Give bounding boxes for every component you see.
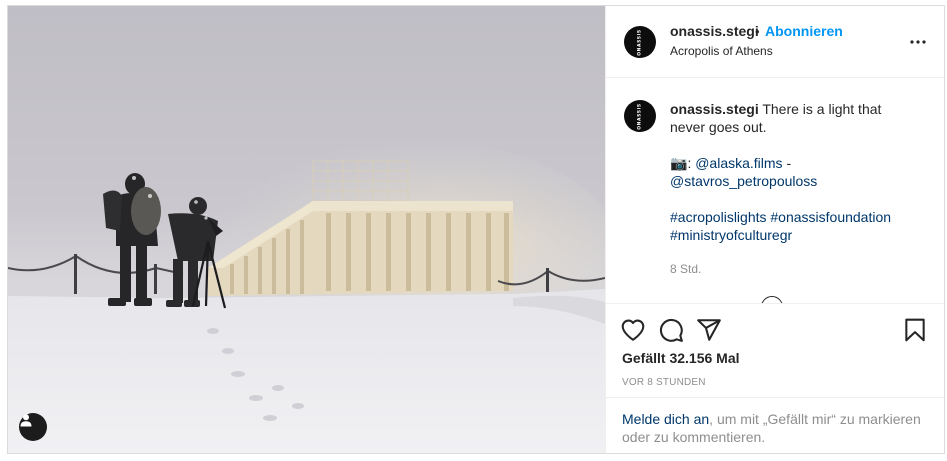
save-button[interactable] [902,317,928,343]
hashtag-ministryofculturegr[interactable]: #ministryofculturegr [670,227,792,243]
caption-area: ONASSIS onassis.stegi There is a light t… [606,78,944,304]
follow-button[interactable]: Abonnieren [765,23,843,39]
comment-icon [659,318,683,342]
hashtag-onassisfoundation[interactable]: #onassisfoundation [770,209,891,225]
avatar[interactable]: ONASSIS [624,26,656,58]
like-count[interactable]: Gefällt 32.156 Mal [622,350,740,366]
caption-username[interactable]: onassis.stegi [670,101,759,117]
share-button[interactable] [696,317,722,343]
post-side-panel: ONASSIS onassis.stegi • Abonnieren Acrop… [605,6,944,453]
avatar-text: ONASSIS [637,28,643,56]
login-prompt-text: Melde dich an, um mit „Gefällt mir“ zu m… [622,410,932,446]
credit-separator: : [687,155,692,171]
bookmark-icon [905,318,925,342]
login-link[interactable]: Melde dich an [622,411,709,427]
mention-stavros[interactable]: @stavros_petropouloss [670,173,817,189]
hashtag-acropolislights[interactable]: #acropolislights [670,209,767,225]
paper-plane-icon [697,319,721,341]
camera-emoji: 📷 [670,155,688,171]
header-username[interactable]: onassis.stegi [670,23,759,39]
post-container: ONASSIS onassis.stegi • Abonnieren Acrop… [7,5,945,454]
credit-dash: - [782,155,792,171]
comment-loader-icon [761,296,783,303]
post-timestamp[interactable]: VOR 8 STUNDEN [622,377,706,388]
photo-scene [8,6,605,453]
post-location[interactable]: Acropolis of Athens [670,44,773,58]
more-options-button[interactable] [906,30,930,54]
post-photo[interactable] [8,6,605,453]
header-separator-dot: • [755,24,760,39]
more-horizontal-icon [910,40,926,44]
heart-icon [621,319,645,341]
caption-time: 8 Std. [670,262,702,276]
user-tag-button[interactable] [19,413,47,441]
post-header: ONASSIS onassis.stegi • Abonnieren Acrop… [606,6,944,78]
action-bar [606,305,944,353]
caption-text: onassis.stegi There is a light that neve… [670,100,916,244]
caption-avatar[interactable]: ONASSIS [624,100,656,132]
comment-button[interactable] [658,317,684,343]
like-button[interactable] [620,317,646,343]
user-tag-icon [20,414,32,427]
caption-avatar-text: ONASSIS [637,102,643,130]
mention-alaska-films[interactable]: @alaska.films [695,155,782,171]
login-prompt: Melde dich an, um mit „Gefällt mir“ zu m… [606,397,944,453]
